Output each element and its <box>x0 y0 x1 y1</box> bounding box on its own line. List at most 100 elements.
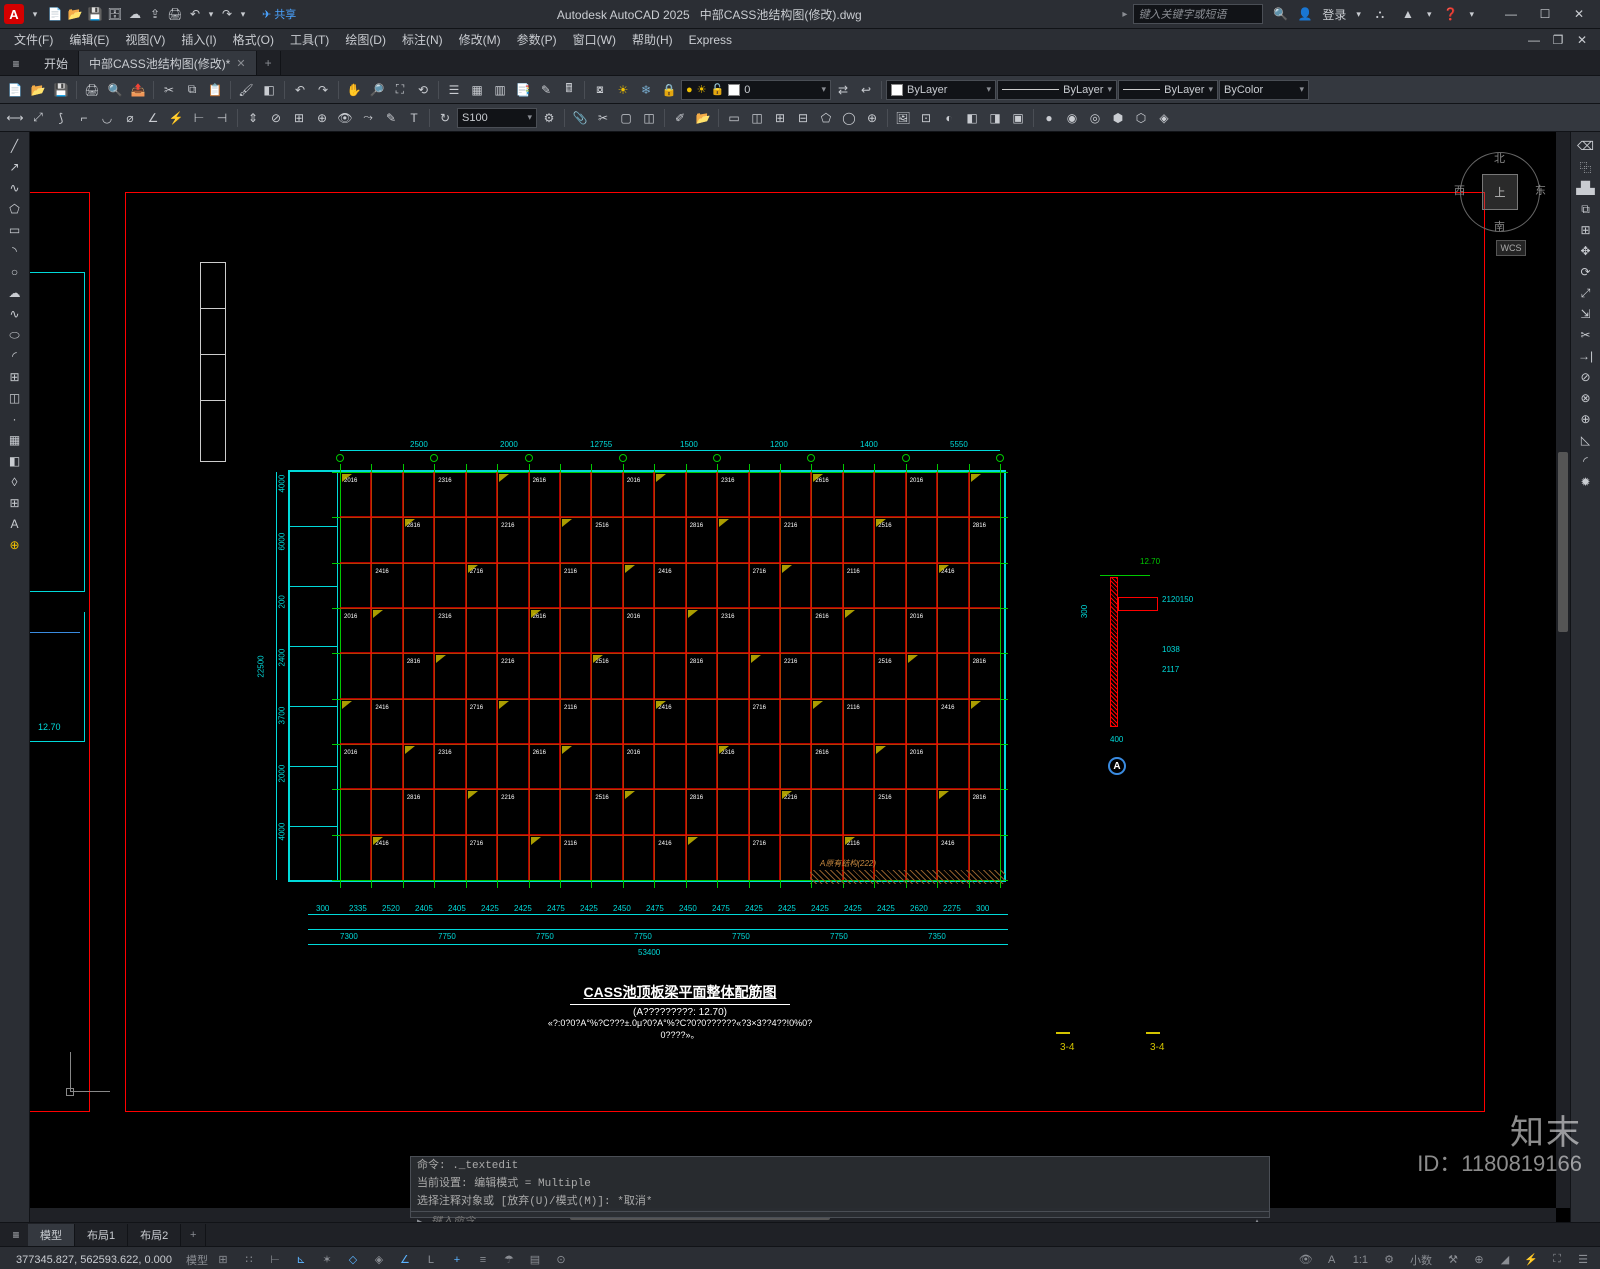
img-adjust-icon[interactable]: ◐ <box>938 107 960 129</box>
hw-accel-icon[interactable]: ⚡ <box>1520 1250 1542 1269</box>
share-button[interactable]: ✈ 共享 <box>262 6 296 22</box>
ortho-toggle-icon[interactable]: ⊾ <box>290 1250 312 1269</box>
autodesk-icon[interactable]: ▲ <box>1399 5 1417 23</box>
dimstyle-dropdown[interactable]: S100 ▾ <box>457 108 537 128</box>
tb-prop-icon[interactable]: ☰ <box>443 79 465 101</box>
tb-undo2-icon[interactable]: ↶ <box>289 79 311 101</box>
tab-add-button[interactable]: + <box>257 51 281 75</box>
pline-icon[interactable]: ∿ <box>2 178 28 198</box>
tb-freeze-icon[interactable]: ❄ <box>635 79 657 101</box>
ellipse-icon[interactable]: ⬭ <box>2 325 28 345</box>
tb-zoomwin-icon[interactable]: ⛶ <box>389 79 411 101</box>
dim-diam-icon[interactable]: ⌀ <box>119 107 141 129</box>
web-open-icon[interactable]: ☁ <box>126 5 144 23</box>
menu-param[interactable]: 参数(P) <box>509 29 565 50</box>
infer-toggle-icon[interactable]: ⊢ <box>264 1250 286 1269</box>
ucs-icon[interactable] <box>60 1042 120 1102</box>
save-icon[interactable]: 💾 <box>86 5 104 23</box>
viewcube-south[interactable]: 南 <box>1494 218 1505 234</box>
color-dropdown[interactable]: ByLayer ▾ <box>886 80 996 100</box>
tb-save-icon[interactable]: 💾 <box>50 79 72 101</box>
view-cube[interactable]: 上 北 南 东 西 <box>1460 152 1540 232</box>
layout-tab-2[interactable]: 布局2 <box>128 1224 181 1246</box>
ducs-toggle-icon[interactable]: L <box>420 1250 442 1269</box>
close-button[interactable]: ✕ <box>1562 2 1596 26</box>
vertical-scrollbar[interactable] <box>1556 132 1570 1208</box>
iso-icon[interactable]: ◢ <box>1494 1250 1516 1269</box>
menu-format[interactable]: 格式(O) <box>225 29 282 50</box>
ref-frame2-icon[interactable]: ◫ <box>638 107 660 129</box>
cmd-recent-icon[interactable]: ▴ <box>1249 1214 1265 1223</box>
modelspace-toggle[interactable]: 模型 <box>186 1250 208 1269</box>
stretch-icon[interactable]: ⇲ <box>1573 304 1599 324</box>
otrack-toggle-icon[interactable]: ∠ <box>394 1250 416 1269</box>
dim-cont-icon[interactable]: ⊣ <box>211 107 233 129</box>
search-icon[interactable]: 🔍 <box>1269 3 1291 25</box>
fillet-icon[interactable]: ◜ <box>1573 451 1599 471</box>
plotstyle-dropdown[interactable]: ByColor ▾ <box>1219 80 1309 100</box>
ellipsearc-icon[interactable]: ◜ <box>2 346 28 366</box>
tb-sun-icon[interactable]: ☀ <box>612 79 634 101</box>
dim-edit-icon[interactable]: ✎ <box>380 107 402 129</box>
qp-toggle-icon[interactable]: ▤ <box>524 1250 546 1269</box>
anno-mon-icon[interactable]: ⊕ <box>1468 1250 1490 1269</box>
gear-icon[interactable]: ⚙ <box>1378 1250 1400 1269</box>
point-icon[interactable]: · <box>2 409 28 429</box>
dim-arc-icon[interactable]: ⟆ <box>50 107 72 129</box>
insert-icon[interactable]: ⊞ <box>2 367 28 387</box>
dim-ang-icon[interactable]: ∠ <box>142 107 164 129</box>
anno-vis-icon[interactable]: 👁 <box>1295 1250 1317 1269</box>
vp-join-icon[interactable]: ⊕ <box>861 107 883 129</box>
3dosnap-toggle-icon[interactable]: ◈ <box>368 1250 390 1269</box>
undo-icon[interactable]: ↶ <box>186 5 204 23</box>
tab-close-icon[interactable]: ✕ <box>236 57 245 70</box>
line-icon[interactable]: ╱ <box>2 136 28 156</box>
command-line[interactable]: 命令: ._textedit 当前设置: 编辑模式 = Multiple 选择注… <box>410 1156 1270 1218</box>
layer-dropdown[interactable]: ● ☀ 🔓 0 ▾ <box>681 80 831 100</box>
vp-2-icon[interactable]: ◫ <box>746 107 768 129</box>
table-icon[interactable]: ⊞ <box>2 493 28 513</box>
render4-icon[interactable]: ⬢ <box>1107 107 1129 129</box>
layout-tab-1[interactable]: 布局1 <box>75 1224 128 1246</box>
doc-close-button[interactable]: ✕ <box>1570 31 1594 49</box>
help-icon[interactable]: ❓ <box>1441 5 1459 23</box>
circle-icon[interactable]: ○ <box>2 262 28 282</box>
tb-sheet-icon[interactable]: 📑 <box>512 79 534 101</box>
custom-icon[interactable]: ☰ <box>1572 1250 1594 1269</box>
tb-layermatch-icon[interactable]: ⇄ <box>832 79 854 101</box>
img-trans-icon[interactable]: ◨ <box>984 107 1006 129</box>
dim-update-icon[interactable]: ↻ <box>434 107 456 129</box>
undo-drop-icon[interactable]: ▾ <box>206 5 216 23</box>
wcs-badge[interactable]: WCS <box>1496 240 1526 256</box>
login-drop-icon[interactable]: ▾ <box>1356 9 1361 20</box>
menu-edit[interactable]: 编辑(E) <box>61 29 117 50</box>
dim-aligned-icon[interactable]: ⤢ <box>27 107 49 129</box>
menu-express[interactable]: Express <box>681 31 740 49</box>
tb-new-icon[interactable]: 📄 <box>4 79 26 101</box>
open-icon[interactable]: 📂 <box>66 5 84 23</box>
rotate-icon[interactable]: ⟳ <box>1573 262 1599 282</box>
vp-obj-icon[interactable]: ◯ <box>838 107 860 129</box>
tb-redo2-icon[interactable]: ↷ <box>312 79 334 101</box>
ref-frame1-icon[interactable]: ▢ <box>615 107 637 129</box>
mirror-icon[interactable]: ▟▙ <box>1573 178 1599 198</box>
dim-space-icon[interactable]: ⇕ <box>242 107 264 129</box>
break2-icon[interactable]: ⊗ <box>1573 388 1599 408</box>
clean-icon[interactable]: ⛶ <box>1546 1250 1568 1269</box>
new-icon[interactable]: 📄 <box>46 5 64 23</box>
addsel-icon[interactable]: ⊕ <box>2 535 28 555</box>
dim-break-icon[interactable]: ⊘ <box>265 107 287 129</box>
menu-draw[interactable]: 绘图(D) <box>337 29 394 50</box>
lwt-toggle-icon[interactable]: ≡ <box>472 1250 494 1269</box>
menu-tools[interactable]: 工具(T) <box>282 29 337 50</box>
autodesk-drop-icon[interactable]: ▾ <box>1427 9 1432 20</box>
anno-auto-icon[interactable]: A <box>1321 1250 1343 1269</box>
menu-help[interactable]: 帮助(H) <box>624 29 681 50</box>
osnap-toggle-icon[interactable]: ◇ <box>342 1250 364 1269</box>
tb-lock-icon[interactable]: 🔒 <box>658 79 680 101</box>
maximize-button[interactable]: ☐ <box>1528 2 1562 26</box>
viewcube-north[interactable]: 北 <box>1494 150 1505 166</box>
revcloud-icon[interactable]: ☁ <box>2 283 28 303</box>
tb-dcenter-icon[interactable]: ▦ <box>466 79 488 101</box>
dim-quick-icon[interactable]: ⚡ <box>165 107 187 129</box>
